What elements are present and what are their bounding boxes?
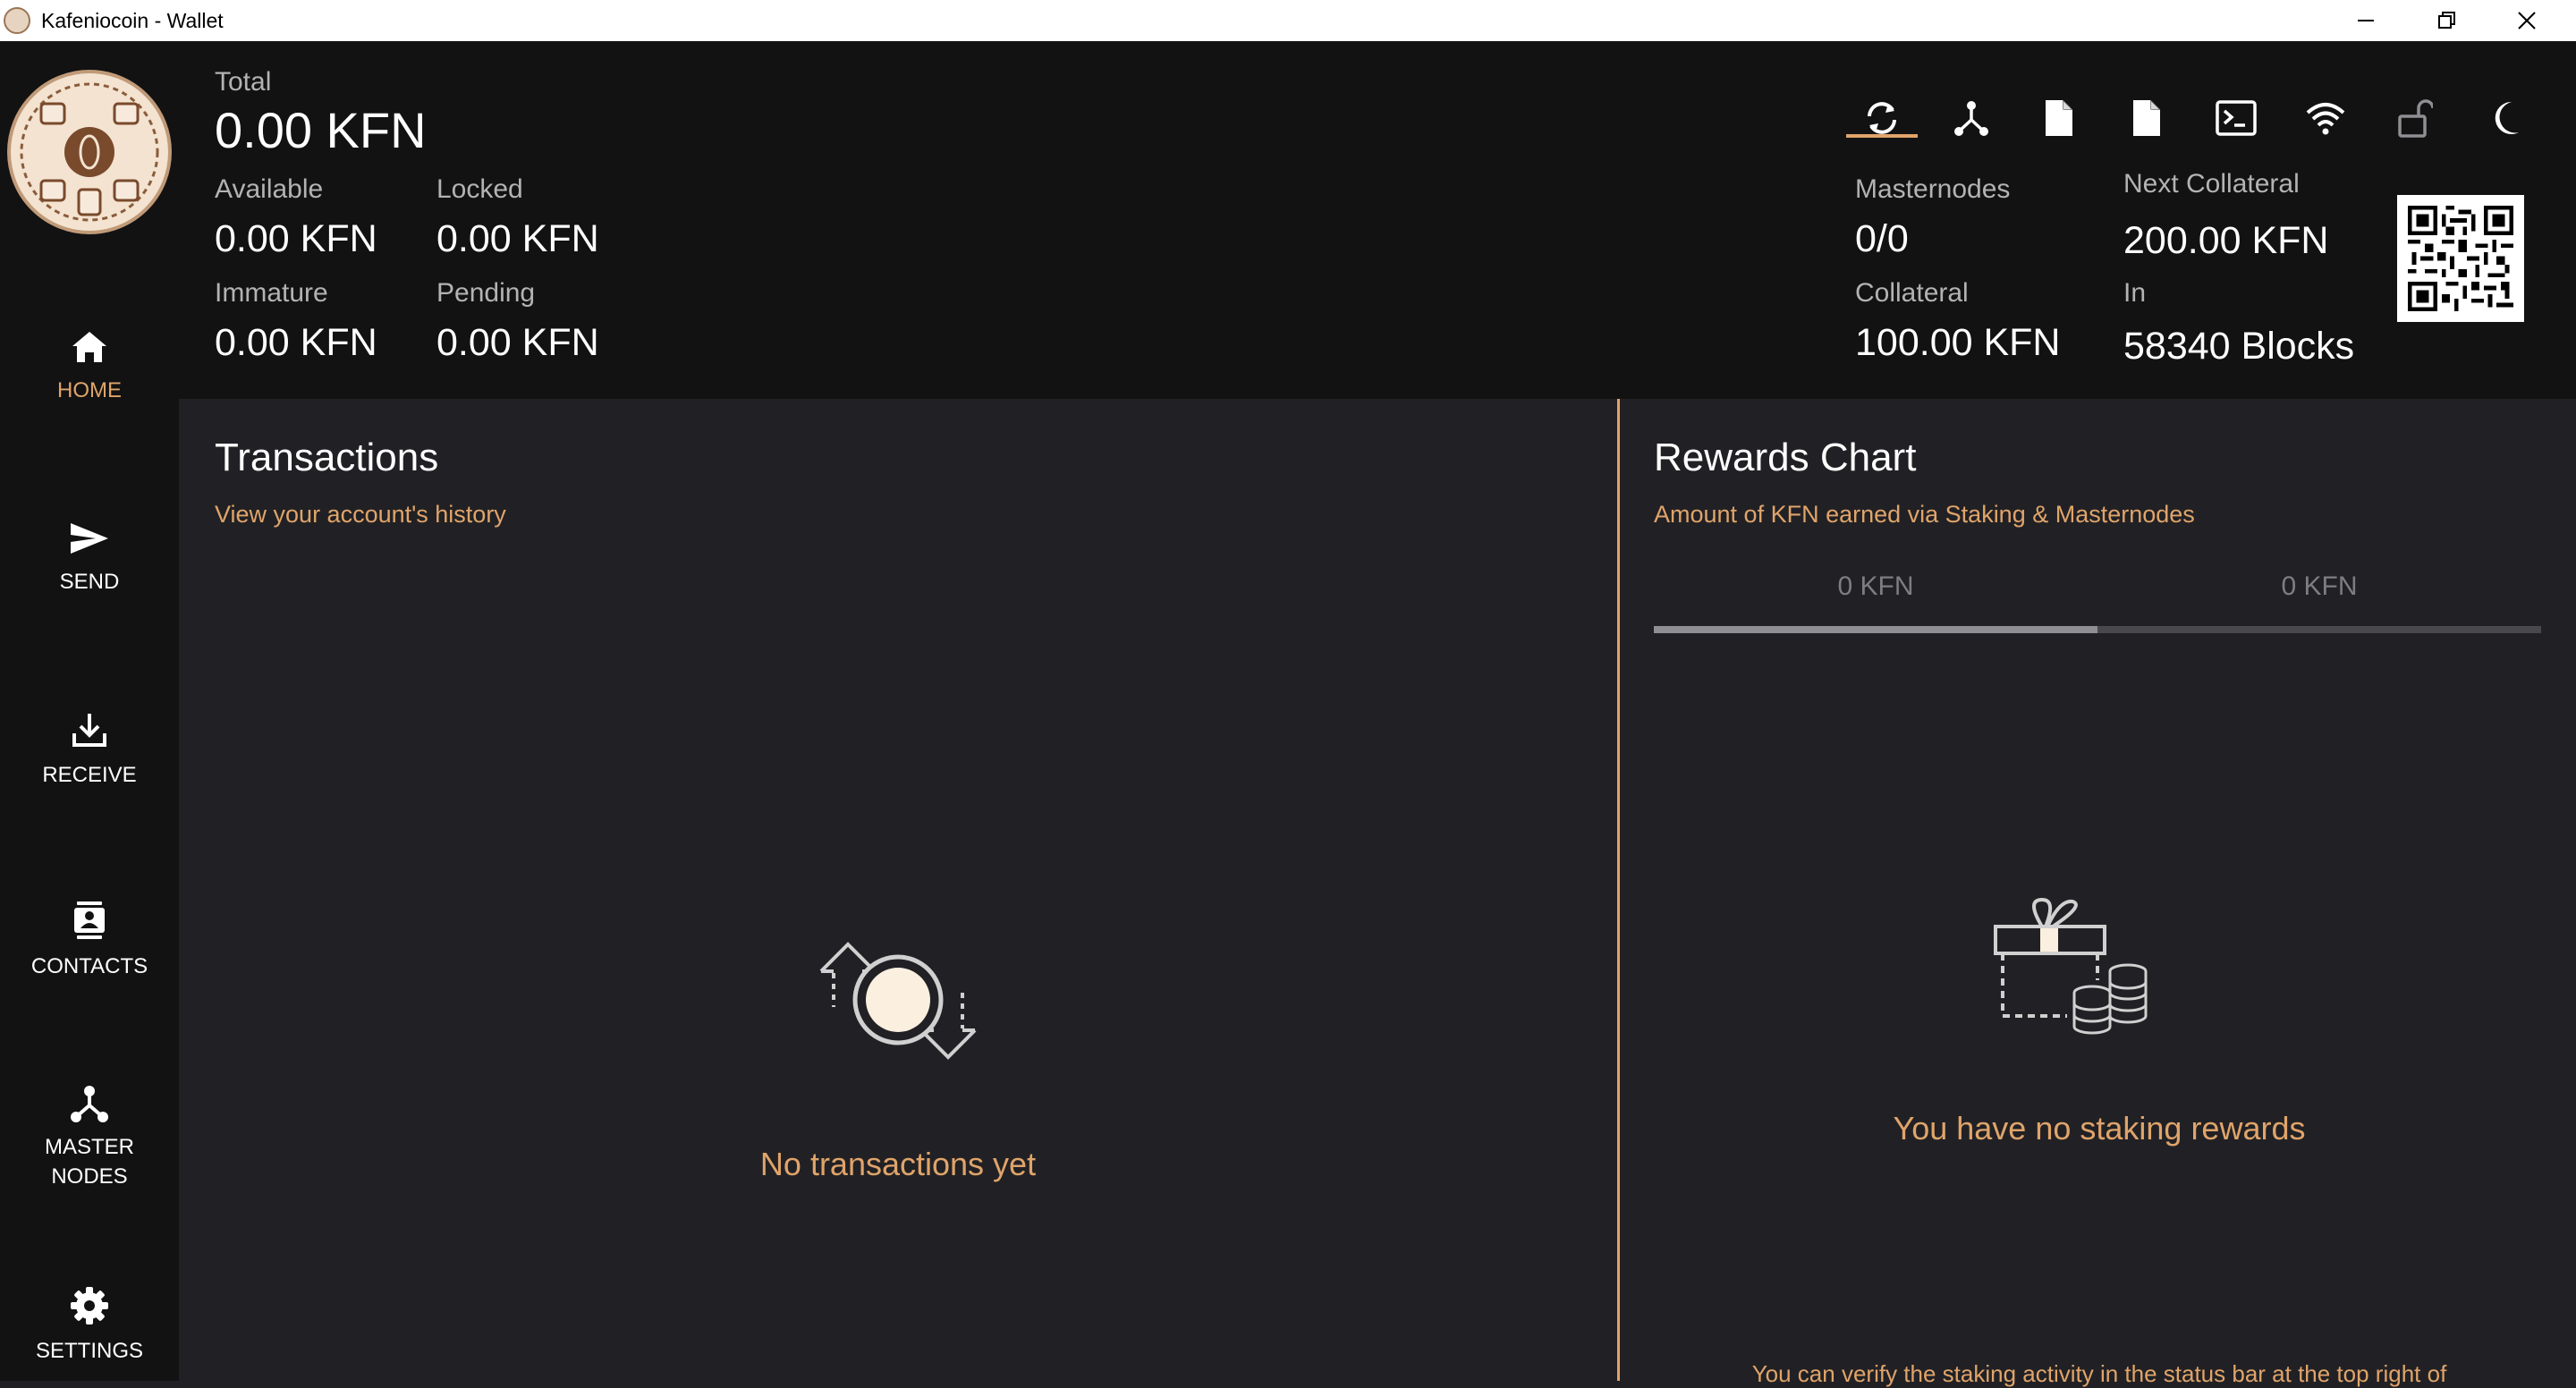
window-title: Kafeniocoin - Wallet [41, 9, 224, 32]
console-icon [2216, 100, 2257, 136]
nav-receive-label: RECEIVE [42, 763, 137, 787]
network-icon [1954, 101, 1988, 136]
immature-value: 0.00 KFN [215, 321, 377, 364]
in-blocks-value: 58340 Blocks [2123, 325, 2355, 368]
minimize-icon [2358, 20, 2374, 21]
document-button-2[interactable] [2111, 82, 2182, 154]
next-collateral-value: 200.00 KFN [2123, 219, 2329, 262]
no-rewards-text: You have no staking rewards [1893, 1110, 2306, 1147]
kafeniocoin-logo [7, 70, 172, 234]
no-rewards-illustration [1994, 897, 2148, 1035]
nav-settings-label: SETTINGS [35, 1339, 143, 1363]
restore-button[interactable] [2406, 0, 2487, 41]
sync-icon [1868, 102, 1896, 134]
transactions-panel: Transactions View your account's history… [179, 399, 1617, 1381]
nav-masternodes[interactable]: MASTER NODES [0, 1084, 179, 1191]
rewards-tab-indicator [1654, 626, 2097, 633]
window-titlebar: Kafeniocoin - Wallet [0, 0, 2576, 41]
receive-icon [72, 714, 106, 747]
close-button[interactable] [2487, 0, 2567, 41]
balance-header: Total 0.00 KFN Available 0.00 KFN Locked… [179, 41, 2576, 399]
restore-icon [2438, 12, 2455, 29]
nav-masternodes-label-1: MASTER [44, 1135, 134, 1159]
next-collateral-label: Next Collateral [2123, 169, 2300, 199]
theme-button[interactable] [2469, 82, 2540, 154]
contacts-icon [74, 901, 105, 939]
network-button[interactable] [1936, 82, 2007, 154]
sync-active-indicator [1846, 134, 1918, 138]
pending-value: 0.00 KFN [436, 321, 599, 364]
transactions-title: Transactions [215, 436, 439, 479]
wifi-button[interactable] [2290, 82, 2361, 154]
sync-button[interactable] [1846, 82, 1918, 154]
moon-icon [2495, 101, 2519, 134]
nav-contacts[interactable]: CONTACTS [0, 900, 179, 981]
locked-label: Locked [436, 174, 523, 204]
home-icon [72, 332, 106, 362]
locked-value: 0.00 KFN [436, 217, 599, 260]
nav-home[interactable]: HOME [0, 329, 179, 405]
masternodes-label: Masternodes [1855, 174, 2011, 204]
app-icon [4, 7, 30, 34]
sidebar: HOME SEND RECEIVE CONTACTS MASTER NODES … [0, 41, 179, 1381]
address-qr-code[interactable] [2397, 195, 2524, 322]
available-label: Available [215, 174, 324, 204]
rewards-panel: Rewards Chart Amount of KFN earned via S… [1617, 399, 2576, 1387]
console-button[interactable] [2200, 82, 2272, 154]
no-transactions-illustration [819, 942, 977, 1060]
nav-home-label: HOME [57, 378, 122, 402]
document-icon [2133, 100, 2160, 136]
staking-footer-note: You can verify the staking activity in t… [1751, 1360, 2447, 1387]
document-icon [2046, 100, 2072, 136]
no-transactions-text: No transactions yet [759, 1146, 1037, 1182]
nav-contacts-label: CONTACTS [30, 954, 148, 978]
in-label: In [2123, 278, 2147, 308]
send-icon [71, 523, 108, 554]
wifi-icon [2306, 103, 2345, 135]
collateral-label: Collateral [1855, 278, 1969, 308]
rewards-subtitle: Amount of KFN earned via Staking & Maste… [1654, 501, 2195, 528]
gear-icon [71, 1287, 108, 1325]
immature-label: Immature [215, 278, 328, 308]
nav-masternodes-label-2: NODES [51, 1164, 128, 1189]
unlock-icon [2398, 99, 2433, 138]
rewards-tab-right[interactable]: 0 KFN [2097, 571, 2541, 603]
transactions-subtitle: View your account's history [215, 501, 506, 528]
masternodes-value: 0/0 [1855, 217, 1909, 260]
pending-label: Pending [436, 278, 536, 308]
rewards-title: Rewards Chart [1654, 436, 1917, 479]
document-button-1[interactable] [2023, 82, 2095, 154]
qr-code-image [2408, 206, 2513, 311]
available-value: 0.00 KFN [215, 217, 377, 260]
nav-send[interactable]: SEND [0, 520, 179, 597]
rewards-tab-left[interactable]: 0 KFN [1654, 571, 2097, 603]
total-value: 0.00 KFN [215, 102, 427, 158]
collateral-value: 100.00 KFN [1855, 321, 2061, 364]
nav-receive[interactable]: RECEIVE [0, 710, 179, 790]
close-icon [2518, 12, 2536, 30]
lock-button[interactable] [2379, 82, 2451, 154]
nav-settings[interactable]: SETTINGS [0, 1286, 179, 1366]
nav-send-label: SEND [59, 570, 120, 594]
total-label: Total [215, 67, 272, 97]
minimize-button[interactable] [2326, 0, 2406, 41]
masternodes-icon [71, 1086, 108, 1122]
